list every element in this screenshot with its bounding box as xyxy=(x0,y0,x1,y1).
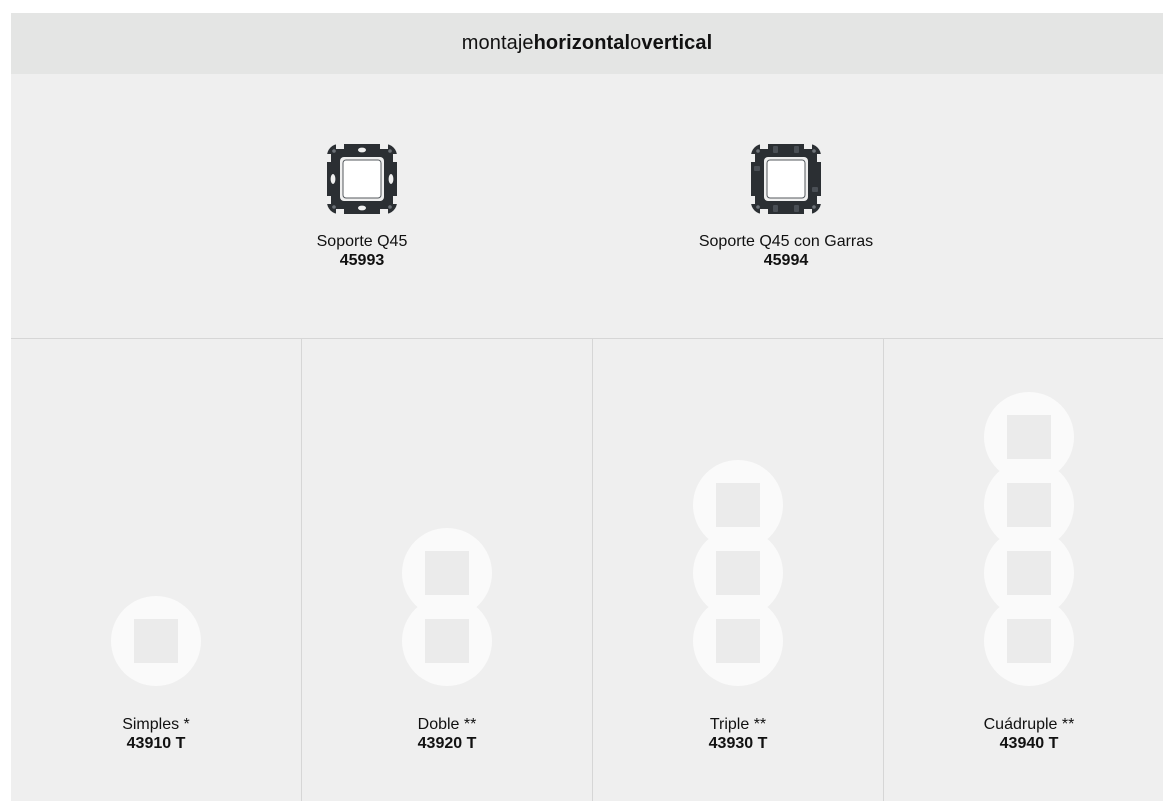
plate-code: 43930 T xyxy=(708,735,768,752)
support-item-45994: Soporte Q45 con Garras 45994 xyxy=(656,140,916,270)
supports-section: Soporte Q45 45993 Soporte Q45 con Garras… xyxy=(11,74,1163,339)
plate-name: Simples * xyxy=(122,716,190,733)
double-plate-icon xyxy=(402,528,492,686)
single-plate-icon xyxy=(111,596,201,686)
header-vertical: vertical xyxy=(641,32,713,54)
plate-caption: Doble ** 43920 T xyxy=(302,715,592,753)
plate-column-triple: Triple ** 43930 T xyxy=(593,339,884,801)
plate-code: 43910 T xyxy=(126,735,186,752)
support-name: Soporte Q45 con Garras xyxy=(698,233,874,250)
support-name: Soporte Q45 xyxy=(316,233,408,250)
plate-column-single: Simples * 43910 T xyxy=(11,339,302,801)
plate-caption: Triple ** 43930 T xyxy=(593,715,883,753)
plate-column-double: Doble ** 43920 T xyxy=(302,339,593,801)
plate-code: 43940 T xyxy=(999,735,1059,752)
product-panel: montaje horizontal o vertical Soporte Q4… xyxy=(11,13,1163,801)
plates-section: Simples * 43910 T Doble ** 43920 T Tripl… xyxy=(11,339,1163,801)
plate-code: 43920 T xyxy=(417,735,477,752)
support-frame-claws-icon xyxy=(751,144,821,214)
plate-name: Triple ** xyxy=(709,716,767,733)
triple-plate-icon xyxy=(693,460,783,686)
plate-caption: Cuádruple ** 43940 T xyxy=(884,715,1163,753)
support-item-45993: Soporte Q45 45993 xyxy=(232,140,492,270)
quadruple-plate-icon xyxy=(984,392,1074,686)
header-prefix: montaje xyxy=(461,32,534,54)
support-code: 45994 xyxy=(763,252,809,269)
mounting-header: montaje horizontal o vertical xyxy=(11,13,1163,74)
support-code: 45993 xyxy=(339,252,385,269)
plate-name: Doble ** xyxy=(417,716,477,733)
header-horizontal: horizontal xyxy=(533,32,631,54)
plate-column-quadruple: Cuádruple ** 43940 T xyxy=(884,339,1163,801)
plate-caption: Simples * 43910 T xyxy=(11,715,301,753)
support-frame-icon xyxy=(327,144,397,214)
header-middle: o xyxy=(630,32,642,54)
plate-name: Cuádruple ** xyxy=(983,716,1075,733)
